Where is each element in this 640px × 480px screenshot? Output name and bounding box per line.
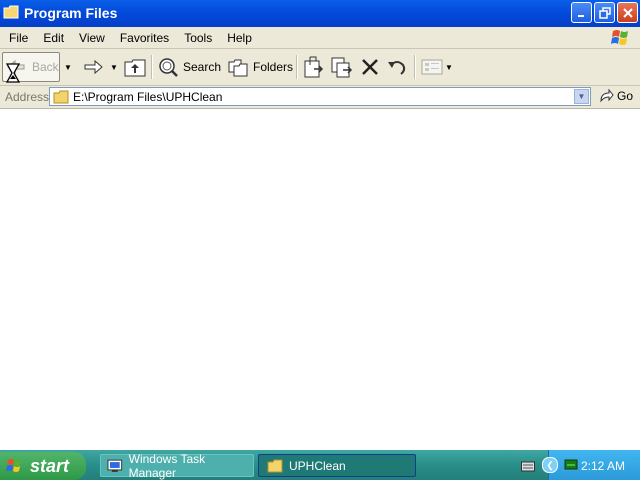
tray-expand-button[interactable]: ❮: [542, 457, 558, 473]
folder-content-area[interactable]: [0, 109, 640, 450]
taskbar: start Windows Task Manager UPHClean ❮ 2:…: [0, 450, 640, 480]
up-folder-button[interactable]: [123, 52, 147, 82]
chevron-down-icon: ▼: [577, 92, 586, 101]
folders-icon: [228, 59, 248, 77]
back-label: Back: [32, 60, 59, 74]
toolbar: Back ▼ ▼ Search Folders ▼: [0, 49, 640, 86]
task-label: UPHClean: [289, 458, 346, 473]
folders-button[interactable]: Folders: [227, 52, 293, 82]
copy-to-button[interactable]: [330, 52, 354, 82]
folder-icon: [53, 90, 69, 103]
clock[interactable]: 2:12 AM: [581, 459, 625, 473]
search-button[interactable]: Search: [157, 52, 221, 82]
monitor-tray-icon[interactable]: [564, 459, 578, 471]
close-button[interactable]: [617, 2, 638, 23]
undo-icon: [388, 61, 406, 75]
folder-icon: [3, 5, 19, 19]
move-to-button[interactable]: [302, 52, 326, 82]
folder-icon: [267, 459, 283, 472]
task-label: Windows Task Manager: [128, 451, 206, 480]
views-icon: [421, 59, 443, 75]
views-dropdown-arrow[interactable]: ▼: [445, 63, 453, 72]
minimize-icon: [577, 14, 584, 17]
forward-button[interactable]: [82, 52, 104, 82]
keyboard-icon[interactable]: [521, 460, 535, 472]
address-value: E:\Program Files\UPHClean: [73, 89, 223, 104]
address-input[interactable]: E:\Program Files\UPHClean ▼: [49, 87, 591, 106]
go-label: Go: [617, 89, 634, 103]
address-bar: Address E:\Program Files\UPHClean ▼ Go: [0, 86, 640, 109]
copy-to-icon: [331, 57, 353, 78]
views-button[interactable]: ▼: [421, 52, 453, 82]
delete-icon: [362, 59, 378, 75]
up-folder-icon: [124, 59, 146, 77]
restore-icon: [598, 6, 611, 19]
menu-file[interactable]: File: [3, 31, 34, 45]
title-bar[interactable]: Program Files: [0, 0, 640, 27]
address-dropdown-button[interactable]: ▼: [574, 89, 589, 104]
back-dropdown-arrow[interactable]: ▼: [64, 52, 72, 82]
address-label: Address: [5, 90, 50, 104]
start-label: start: [30, 455, 70, 476]
taskbar-button-uphclean[interactable]: UPHClean: [258, 454, 416, 477]
search-icon: [159, 58, 178, 77]
maximize-button[interactable]: [594, 2, 615, 23]
search-label: Search: [183, 60, 222, 74]
undo-button[interactable]: [386, 52, 408, 82]
menu-help[interactable]: Help: [221, 31, 258, 45]
move-to-icon: [304, 56, 324, 78]
menu-view[interactable]: View: [73, 31, 111, 45]
forward-dropdown-arrow[interactable]: ▼: [110, 52, 118, 82]
minimize-button[interactable]: [571, 2, 592, 23]
menu-tools[interactable]: Tools: [178, 31, 218, 45]
task-manager-icon: [107, 459, 123, 472]
go-arrow-icon: [600, 88, 614, 103]
taskbar-button-task-manager[interactable]: Windows Task Manager: [100, 451, 254, 480]
windows-logo-icon: [6, 459, 21, 472]
menu-favorites[interactable]: Favorites: [114, 31, 175, 45]
chevron-left-icon: ❮: [546, 459, 554, 470]
go-button[interactable]: Go: [598, 88, 633, 104]
system-tray: ❮ 2:12 AM: [542, 450, 640, 480]
close-icon: [622, 7, 633, 18]
forward-arrow-icon: [84, 59, 103, 75]
delete-button[interactable]: [360, 52, 380, 82]
start-button[interactable]: start: [0, 452, 86, 480]
menu-bar: File Edit View Favorites Tools Help: [0, 27, 640, 49]
window-title: Program Files: [24, 5, 118, 21]
windows-logo-icon: [611, 30, 628, 45]
folders-label: Folders: [253, 60, 294, 74]
menu-edit[interactable]: Edit: [37, 31, 70, 45]
hourglass-cursor-icon: [6, 63, 20, 83]
